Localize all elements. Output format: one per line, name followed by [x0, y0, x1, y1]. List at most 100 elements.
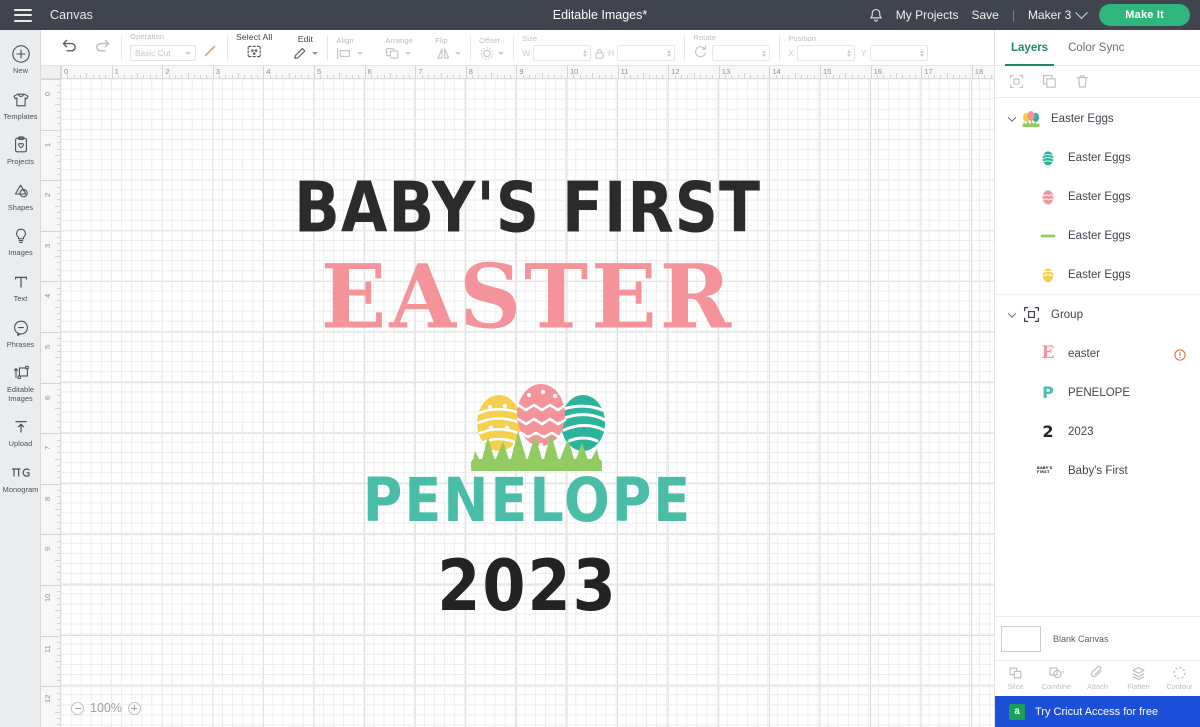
my-projects-link[interactable]: My Projects — [896, 8, 959, 22]
sidebar-item-upload[interactable]: Upload — [0, 409, 41, 455]
layer-row-teal-egg[interactable]: Easter Eggs — [995, 138, 1200, 177]
sidebar-item-templates[interactable]: Templates — [0, 82, 41, 128]
hamburger-menu-icon[interactable] — [14, 8, 32, 22]
ruler-minor-tick — [952, 75, 954, 79]
ruler-minor-tick — [181, 75, 183, 79]
position-y-input[interactable] — [869, 45, 928, 61]
chevron-down-icon[interactable] — [1005, 112, 1018, 122]
design-text-easter[interactable]: EASTER — [61, 246, 994, 349]
ruler-minor-tick — [636, 75, 638, 79]
layer-row-2023-text[interactable]: 2 2023 — [995, 412, 1200, 451]
layer-row-yellow-egg[interactable]: Easter Eggs — [995, 255, 1200, 294]
machine-selector[interactable]: Maker 3 — [1028, 5, 1089, 22]
ruler-minor-tick — [67, 75, 69, 79]
make-it-button[interactable]: Make It — [1099, 4, 1190, 26]
group-icon[interactable] — [1009, 74, 1024, 89]
sidebar-item-monogram[interactable]: Monogram — [0, 455, 41, 501]
attach-button[interactable]: Attach — [1077, 661, 1118, 696]
pink-egg-thumb — [1037, 186, 1059, 208]
sidebar-item-images[interactable]: Images — [0, 218, 41, 264]
canvas-color-row[interactable]: Blank Canvas — [995, 616, 1200, 660]
size-width-input[interactable] — [533, 45, 592, 61]
stepper-icon[interactable] — [846, 49, 851, 57]
notification-bell-icon[interactable] — [869, 8, 883, 23]
canvas-color-swatch[interactable] — [1001, 625, 1041, 652]
stepper-icon[interactable] — [919, 49, 924, 57]
flatten-button[interactable]: Flatten — [1118, 661, 1159, 696]
chevron-down-icon[interactable] — [1005, 308, 1018, 318]
stepper-icon[interactable] — [583, 49, 588, 57]
sidebar-item-new[interactable]: New — [0, 36, 41, 82]
sidebar-item-projects[interactable]: Projects — [0, 127, 41, 173]
ruler-minor-tick — [57, 426, 61, 428]
undo-icon[interactable] — [60, 37, 78, 58]
layer-row-pink-egg[interactable]: Easter Eggs — [995, 177, 1200, 216]
layer-tools — [995, 66, 1200, 98]
rotate-input[interactable] — [712, 45, 771, 61]
position-group: Position X Y — [779, 30, 936, 66]
ruler-minor-tick — [693, 73, 695, 79]
save-button[interactable]: Save — [971, 8, 998, 22]
layer-row-babys-first-text[interactable]: BABY'S FIRST Baby's First — [995, 451, 1200, 490]
design-text-babys-first[interactable]: BABY'S FIRST — [75, 167, 980, 249]
canvas-grid[interactable]: BABY'S FIRST EASTER PENELOPE 2023 — [61, 79, 994, 727]
sidebar-label-images: Images — [8, 248, 33, 258]
zoom-in-icon[interactable] — [127, 701, 141, 715]
cricut-access-promo-button[interactable]: a Try Cricut Access for free — [995, 696, 1200, 727]
ruler-minor-tick — [573, 75, 575, 79]
delete-icon[interactable] — [1075, 74, 1090, 89]
tab-layers[interactable]: Layers — [1001, 30, 1058, 66]
layer-row-group-header[interactable]: Easter Eggs — [995, 99, 1200, 138]
select-all-button[interactable] — [246, 44, 263, 64]
ruler-minor-tick — [57, 148, 61, 150]
layers-list[interactable]: Easter Eggs Easter Eggs Easter Eggs East… — [995, 99, 1200, 621]
zoom-out-icon[interactable] — [71, 701, 84, 715]
text-t-icon — [10, 271, 32, 293]
align-button[interactable] — [336, 47, 364, 60]
arrange-button[interactable] — [385, 47, 413, 60]
layer-row-easter-text[interactable]: E easter — [995, 334, 1200, 373]
canvas-area[interactable]: BABY'S FIRST EASTER PENELOPE 2023 0 1 2 … — [41, 66, 994, 727]
ruler-minor-tick — [908, 75, 910, 79]
tab-color-sync[interactable]: Color Sync — [1058, 30, 1134, 66]
sidebar-item-phrases[interactable]: Phrases — [0, 310, 41, 356]
ruler-tick — [718, 66, 720, 79]
stepper-icon[interactable] — [762, 49, 767, 57]
slice-button[interactable]: Slice — [995, 661, 1036, 696]
stepper-icon[interactable] — [667, 49, 672, 57]
flip-button[interactable] — [435, 47, 462, 60]
redo-icon[interactable] — [94, 37, 112, 58]
offset-button[interactable] — [479, 46, 505, 60]
operation-select[interactable]: Basic Cut — [130, 45, 196, 61]
lock-icon[interactable] — [594, 48, 605, 59]
edit-button[interactable] — [292, 46, 319, 61]
sidebar-item-editable-images[interactable]: Editable Images — [0, 355, 41, 409]
position-x-input[interactable] — [796, 45, 855, 61]
duplicate-icon[interactable] — [1042, 74, 1057, 89]
yellow-egg — [476, 395, 522, 451]
ruler-minor-tick — [756, 75, 758, 79]
design-artwork[interactable]: BABY'S FIRST EASTER PENELOPE 2023 — [61, 79, 994, 727]
layer-row-penelope-text[interactable]: P PENELOPE — [995, 373, 1200, 412]
contour-button[interactable]: Contour — [1159, 661, 1200, 696]
sidebar-item-text[interactable]: Text — [0, 264, 41, 310]
easter-eggs-artwork[interactable] — [461, 379, 621, 471]
warning-icon[interactable] — [1174, 348, 1186, 361]
size-height-input[interactable] — [617, 45, 676, 61]
design-text-penelope[interactable]: PENELOPE — [61, 465, 994, 536]
ruler-minor-tick — [57, 648, 61, 650]
design-text-2023[interactable]: 2023 — [61, 544, 994, 627]
pen-color-swatch[interactable] — [202, 43, 218, 64]
rotate-icon[interactable] — [693, 44, 708, 63]
ruler-minor-tick — [57, 603, 61, 605]
combine-button[interactable]: Combine — [1036, 661, 1077, 696]
cricut-design-space-window: Canvas Editable Images* My Projects Save… — [0, 0, 1200, 727]
ruler-minor-tick — [79, 75, 81, 79]
layer-row-green-grass[interactable]: Easter Eggs — [995, 216, 1200, 255]
ruler-minor-tick — [57, 300, 61, 302]
vertical-ruler: 0 1 2 3 4 5 6 7 8 9 10 11 12 — [41, 66, 61, 727]
layer-row-group-header-2[interactable]: Group — [995, 295, 1200, 334]
sidebar-item-shapes[interactable]: Shapes — [0, 173, 41, 219]
ruler-minor-tick — [503, 75, 505, 79]
ruler-minor-tick — [57, 528, 61, 530]
